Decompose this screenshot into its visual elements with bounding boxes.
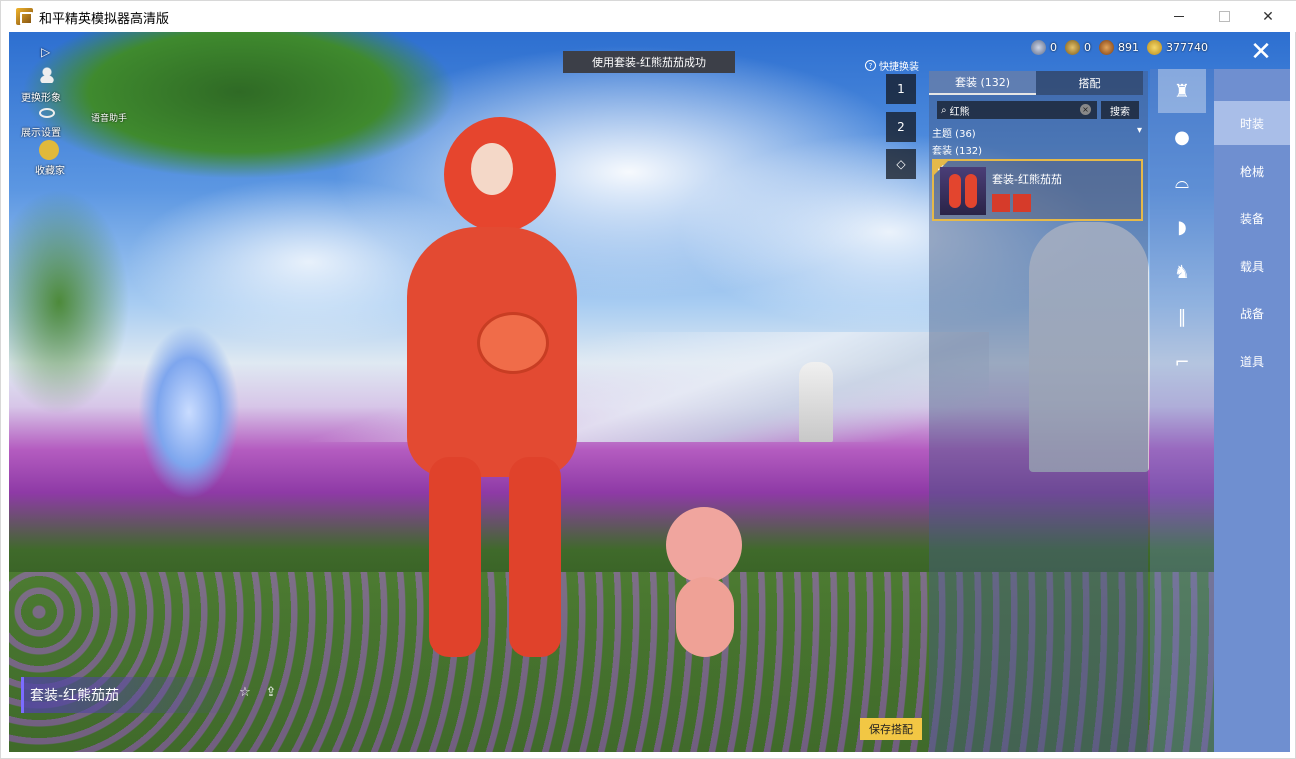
outfit-name-bar: 套装-红熊茄茄 xyxy=(21,677,241,713)
search-icon: ⌕ xyxy=(941,104,947,116)
outfit-name-label: 套装-红熊茄茄 xyxy=(30,688,120,704)
app-window: 和平精英模拟器高清版 ✕ 使用套装-红熊茄茄成功 ▷ 更换形象 语音助手 展示设… xyxy=(0,0,1296,759)
collection-button[interactable]: 收藏家 xyxy=(35,140,65,177)
search-value: 红熊 xyxy=(949,106,970,118)
collection-label: 收藏家 xyxy=(35,166,65,177)
outfit-parts xyxy=(992,194,1031,212)
display-settings-button[interactable]: 展示设置 xyxy=(21,108,61,139)
outfit-card-selected[interactable]: ✓ 套装-红熊茄茄 xyxy=(932,159,1143,221)
tab-match[interactable]: 搭配 xyxy=(1036,71,1143,95)
save-outfit-button[interactable]: 保存搭配 xyxy=(860,718,922,740)
share-icons: ☆ ⇪ xyxy=(235,684,281,700)
tab-suits[interactable]: 套装 (132) xyxy=(929,71,1036,95)
chevron-down-icon: ▾ xyxy=(1136,125,1142,136)
suits-count: 套装 (132) xyxy=(932,146,983,157)
currency-1[interactable]: 0 xyxy=(1031,40,1057,55)
outfit-slot-1[interactable]: 1 xyxy=(886,74,916,104)
slot-2-number: 2 xyxy=(897,120,905,134)
character-leg-left xyxy=(429,457,481,657)
expand-arrow-icon[interactable]: ▷ xyxy=(41,45,50,59)
coin-gold-icon xyxy=(1065,40,1080,55)
minimize-button[interactable] xyxy=(1156,1,1202,32)
eye-icon xyxy=(39,108,55,118)
outfit-panel: 套装 (132) 搭配 ⌕ 红熊 × 搜索 主题 (36) ▾ 套装 (132)… xyxy=(929,71,1148,752)
currency-4-value: 377740 xyxy=(1166,41,1208,54)
top-icon[interactable]: ♞ xyxy=(1158,250,1206,294)
currency-3[interactable]: 891 xyxy=(1099,40,1139,55)
player-character[interactable] xyxy=(389,117,599,677)
close-window-button[interactable]: ✕ xyxy=(1245,1,1291,32)
success-toast: 使用套装-红熊茄茄成功 xyxy=(563,51,735,73)
diamond-slot[interactable]: ◇ xyxy=(886,149,916,179)
coin-bronze-icon xyxy=(1099,40,1114,55)
game-viewport: 使用套装-红熊茄茄成功 ▷ 更换形象 语音助手 展示设置 收藏家 套装-红熊茄茄 xyxy=(9,32,1290,752)
currency-3-value: 891 xyxy=(1118,41,1139,54)
outfit-thumbnail xyxy=(940,167,986,215)
diamond-icon: ◇ xyxy=(896,157,906,171)
currency-2-value: 0 xyxy=(1084,41,1091,54)
panel-tabs: 套装 (132) 搭配 xyxy=(929,71,1148,95)
coin-yellow-icon xyxy=(1147,40,1162,55)
app-logo-icon xyxy=(16,8,33,25)
favorite-star-icon[interactable]: ☆ xyxy=(235,684,255,700)
maximize-button[interactable] xyxy=(1201,1,1247,32)
outfit-part-hat xyxy=(992,194,1010,212)
help-icon: ? xyxy=(865,60,876,71)
beaver-body xyxy=(676,577,734,657)
search-input[interactable]: ⌕ 红熊 × xyxy=(937,101,1097,119)
slot-1-number: 1 xyxy=(897,82,905,96)
theme-filter[interactable]: 主题 (36) ▾ xyxy=(932,125,1142,140)
currency-4[interactable]: 377740 xyxy=(1147,40,1208,55)
close-wardrobe-button[interactable]: ✕ xyxy=(1247,38,1275,66)
currency-bar: 0 0 891 377740 xyxy=(1031,40,1208,55)
category-icon-column: ♜ ● ⌓ ◗ ♞ ∥ ⌐ xyxy=(1150,69,1214,752)
outfit-icon[interactable]: ♜ xyxy=(1158,69,1206,113)
nav-weapons[interactable]: 枪械 xyxy=(1214,149,1290,193)
quick-swap-label[interactable]: ? 快捷换装 xyxy=(865,58,919,73)
hat-icon[interactable]: ● xyxy=(1158,115,1206,159)
outfit-card-name: 套装-红熊茄茄 xyxy=(992,173,1062,186)
beaver-head xyxy=(666,507,742,583)
glasses-icon[interactable]: ⌓ xyxy=(1158,160,1206,204)
nav-combat-gear[interactable]: 战备 xyxy=(1214,291,1290,335)
theme-filter-label: 主题 (36) xyxy=(932,129,976,140)
outfit-part-body xyxy=(1013,194,1031,212)
trophy-icon xyxy=(39,140,59,160)
character-face xyxy=(471,143,513,195)
nav-fashion[interactable]: 时装 xyxy=(1214,101,1290,145)
character-tomato-bag xyxy=(477,312,549,374)
currency-1-value: 0 xyxy=(1050,41,1057,54)
nav-vehicles[interactable]: 载具 xyxy=(1214,244,1290,288)
change-look-button[interactable]: 更换形象 xyxy=(21,67,61,104)
title-bar: 和平精英模拟器高清版 ✕ xyxy=(1,1,1296,32)
category-nav: 时装 枪械 装备 载具 战备 道具 xyxy=(1214,69,1290,752)
coin-silver-icon xyxy=(1031,40,1046,55)
change-look-label: 更换形象 xyxy=(21,93,61,104)
display-settings-label: 展示设置 xyxy=(21,128,61,139)
share-icon[interactable]: ⇪ xyxy=(261,684,281,700)
nav-equipment[interactable]: 装备 xyxy=(1214,196,1290,240)
unicorn-pet xyxy=(119,282,259,532)
window-title: 和平精英模拟器高清版 xyxy=(39,12,170,27)
beaver-pet xyxy=(666,507,742,657)
quick-swap-text: 快捷换装 xyxy=(879,62,919,73)
clear-search-icon[interactable]: × xyxy=(1080,104,1091,115)
currency-2[interactable]: 0 xyxy=(1065,40,1091,55)
voice-assistant-button[interactable]: 语音助手 xyxy=(91,111,127,124)
search-button[interactable]: 搜索 xyxy=(1101,101,1139,119)
shoes-icon[interactable]: ⌐ xyxy=(1158,340,1206,384)
pants-icon[interactable]: ∥ xyxy=(1158,295,1206,339)
person-icon xyxy=(39,67,55,83)
character-leg-right xyxy=(509,457,561,657)
windmill-small xyxy=(799,362,833,442)
mask-icon[interactable]: ◗ xyxy=(1158,205,1206,249)
outfit-slot-2[interactable]: 2 xyxy=(886,112,916,142)
nav-items[interactable]: 道具 xyxy=(1214,339,1290,383)
voice-assistant-label: 语音助手 xyxy=(91,114,128,124)
